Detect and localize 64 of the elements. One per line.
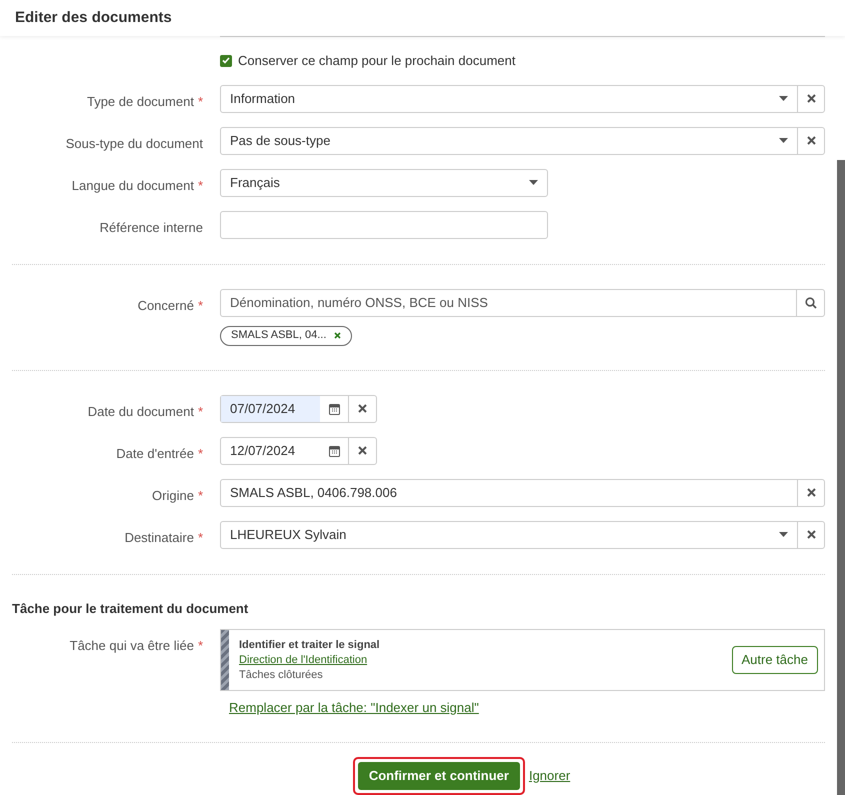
search-icon [804,296,816,308]
calendar-icon [328,444,340,456]
field-label: Type de document [86,94,194,108]
field-label: Concerné [138,298,194,312]
check-icon [222,57,230,64]
date-field[interactable]: 07/07/2024 [220,394,377,422]
select-field[interactable]: Information [220,84,825,112]
select-value: Français [229,174,281,192]
required-mark: * [198,638,203,653]
field-label: Référence interne [100,220,203,234]
select-value: SMALS ASBL, 0406.798.006 [229,484,398,502]
remove-icon[interactable] [334,332,342,339]
required-mark: * [198,178,203,192]
select-value: LHEUREUX Sylvain [229,526,348,544]
caret-icon [779,138,788,143]
other-task-button[interactable]: Autre tâche [732,646,818,674]
date-value: 12/07/2024 [229,442,296,460]
select-field[interactable]: LHEUREUX Sylvain [220,520,825,548]
scrollbar[interactable] [837,160,845,795]
required-mark: * [198,94,203,108]
field-label: Origine [152,488,194,502]
field-label: Langue du document [72,178,194,192]
text-field[interactable] [220,210,548,238]
select-field[interactable]: Français [220,168,548,196]
confirm-button[interactable]: Confirmer et continuer [358,762,520,790]
search-field[interactable]: Dénomination, numéro ONSS, BCE ou NISS [220,288,825,316]
select-value: Pas de sous-type [229,132,332,150]
close-icon [806,530,816,539]
field-label: Date du document [88,404,194,418]
required-mark: * [198,446,203,460]
calendar-icon [328,402,340,414]
field-label: Tâche qui va être liée [70,638,194,653]
close-icon [806,94,816,103]
status-stripe [221,630,229,690]
select-value: Information [229,90,296,108]
close-icon [806,136,816,145]
date-field[interactable]: 12/07/2024 [220,436,377,464]
task-title: Identifier et traiter le signal [239,638,381,652]
caret-icon [779,532,788,537]
select-field[interactable]: SMALS ASBL, 0406.798.006 [220,478,825,506]
checkbox[interactable] [220,54,232,67]
required-mark: * [198,404,203,418]
field-label: Sous-type du document [66,136,203,150]
required-mark: * [198,298,203,312]
section-title: Tâche pour le traitement du document [12,600,250,618]
department-link[interactable]: Direction de l'Identification [239,652,368,668]
field-label: Destinataire [124,530,194,544]
close-icon [358,404,367,413]
date-value: 07/07/2024 [221,396,320,422]
replace-task-link[interactable]: Remplacer par la tâche: "Indexer un signal" [229,698,479,718]
search-placeholder: Dénomination, numéro ONSS, BCE ou NISS [230,294,488,312]
required-mark: * [198,488,203,502]
checkbox-label: Conserver ce champ pour le prochain document [238,52,516,70]
window-title: Editer des documents [15,8,172,28]
select-field[interactable]: Pas de sous-type [220,126,825,154]
close-icon [806,488,816,497]
caret-icon [528,180,538,185]
close-icon [358,446,367,455]
field-label: Date d'entrée [116,446,194,460]
ignore-link[interactable]: Ignorer [528,766,570,786]
caret-icon [779,96,788,101]
task-status: Tâches clôturées [239,668,324,682]
required-mark: * [198,530,203,544]
tag-label: SMALS ASBL, 04... [231,328,326,344]
